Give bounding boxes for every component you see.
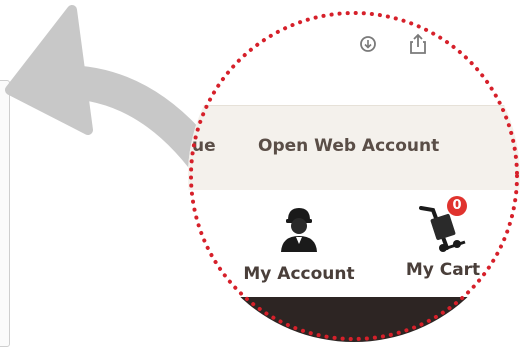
cart-count-badge: 0 bbox=[447, 196, 467, 216]
my-account-button[interactable]: My Account bbox=[234, 190, 364, 284]
share-icon bbox=[410, 33, 426, 54]
my-cart-button[interactable]: 0 My Cart bbox=[388, 190, 498, 280]
download-icon bbox=[360, 36, 376, 52]
user-avatar-icon bbox=[281, 208, 317, 252]
zoom-lens: ue Open Web Account My Account 0 My Cart bbox=[188, 10, 520, 342]
download-button[interactable] bbox=[356, 32, 380, 56]
side-panel-edge bbox=[0, 80, 10, 347]
open-web-account-link[interactable]: Open Web Account bbox=[258, 136, 439, 156]
dark-menu-bar bbox=[228, 297, 520, 342]
share-button[interactable] bbox=[406, 32, 430, 56]
my-account-label: My Account bbox=[243, 264, 355, 284]
my-cart-label: My Cart bbox=[405, 260, 481, 280]
browser-toolbar bbox=[188, 10, 520, 105]
account-area: My Account 0 My Cart bbox=[188, 190, 520, 300]
top-nav-bar: ue Open Web Account bbox=[188, 105, 520, 191]
nav-item-partial[interactable]: ue bbox=[192, 136, 216, 156]
